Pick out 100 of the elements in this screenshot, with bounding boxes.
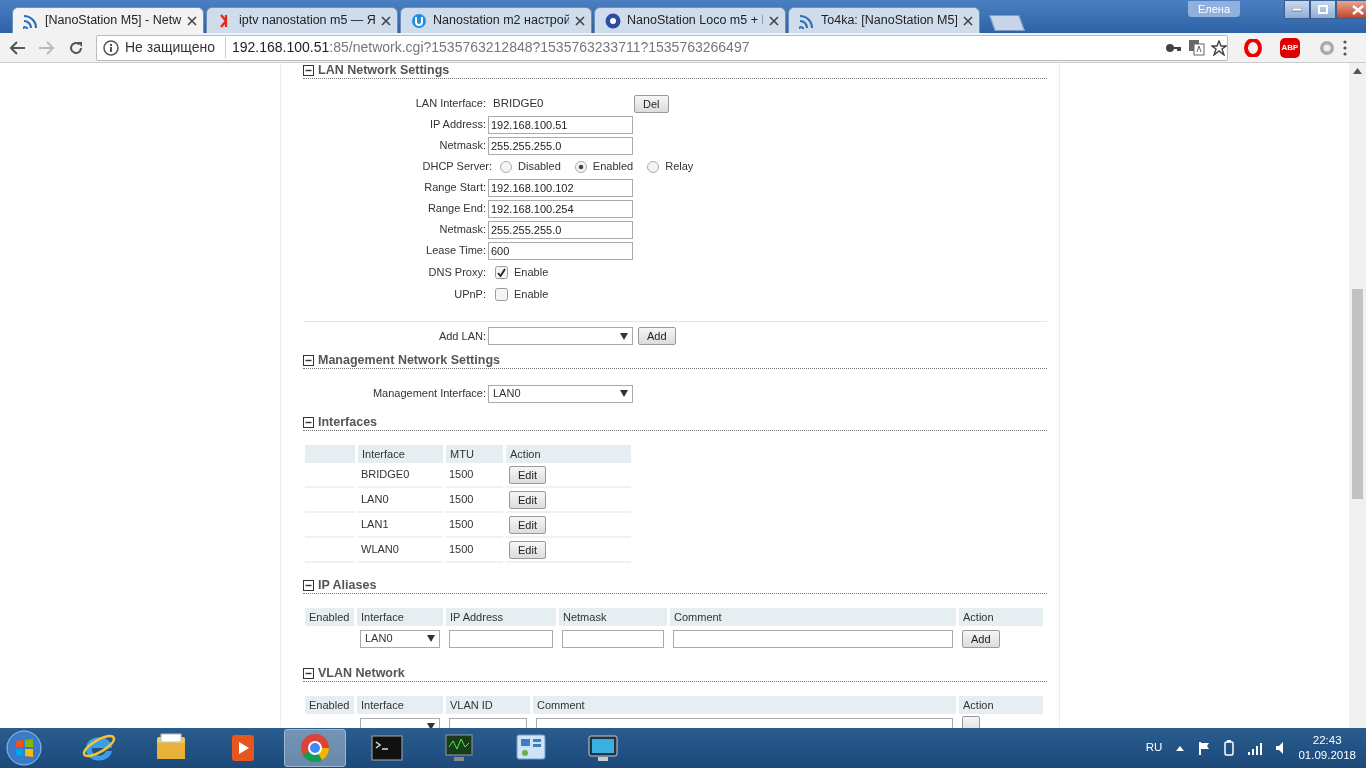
collapse-icon[interactable] (303, 579, 314, 591)
radio-button[interactable] (574, 160, 587, 173)
menu-icon[interactable] (1342, 39, 1348, 56)
edit-button[interactable]: Edit (509, 540, 546, 559)
select-field[interactable] (488, 327, 633, 345)
browser-tab[interactable]: Nanostation m2 настрой (400, 7, 592, 33)
minimize-icon (1292, 7, 1302, 12)
signal-icon[interactable] (1248, 741, 1263, 755)
option-label: Relay (665, 159, 694, 175)
reload-icon[interactable] (68, 39, 84, 56)
input-field[interactable]: 192.168.100.254 (488, 199, 633, 218)
clock-date[interactable]: 01.09.2018 (1298, 748, 1356, 763)
tab-title: iptv nanostation m5 — Я (239, 12, 375, 30)
table-cell: 1500 (446, 538, 503, 563)
table-cell: 1500 (446, 513, 503, 538)
browser-tab[interactable]: iptv nanostation m5 — Я (206, 7, 398, 33)
field-label: DHCP Server: (421, 159, 493, 175)
scrollbar[interactable] (1349, 63, 1366, 728)
new-tab-button[interactable] (989, 15, 1025, 31)
close-icon[interactable] (575, 15, 585, 26)
radio-button[interactable] (647, 160, 660, 173)
section-title: Interfaces (318, 413, 378, 431)
edit-button[interactable]: Edit (509, 490, 546, 509)
field-label: Netmask: (438, 138, 487, 154)
url-text: 192.168.100.51:85/network.cgi?1535763212848?1535763233711?1535763266497 (232, 38, 750, 57)
close-icon[interactable] (963, 15, 973, 26)
maximize-button[interactable] (1310, 0, 1336, 19)
column-header: Action (959, 608, 1043, 626)
input-field[interactable] (562, 629, 664, 648)
edit-button[interactable]: Edit (509, 465, 546, 484)
browser-tab[interactable]: NanoStation Loco m5 + I (594, 7, 786, 33)
input-field[interactable]: 192.168.100.51 (488, 115, 633, 134)
input-field[interactable] (449, 629, 553, 648)
field-label: Netmask: (438, 222, 487, 238)
radio-button[interactable] (500, 160, 512, 173)
browser-tab[interactable]: [NanoStation M5] - Netw (12, 7, 204, 33)
column-header: Enabled (305, 608, 354, 626)
column-header: Interface (357, 696, 443, 714)
collapse-icon[interactable] (303, 667, 314, 679)
logo-icon (605, 12, 621, 29)
tab-title: Nanostation m2 настрой (433, 12, 569, 30)
option-label: Disabled (518, 159, 561, 175)
tray-arrow-icon[interactable] (1176, 744, 1185, 752)
close-icon[interactable] (381, 15, 391, 26)
browser-tab[interactable]: To4ka: [NanoStation M5] (788, 7, 980, 33)
star-icon[interactable] (1211, 39, 1227, 56)
table-cell: WLAN0 (358, 538, 443, 563)
language-indicator[interactable]: RU (1145, 739, 1163, 757)
column-header: Comment (533, 696, 956, 714)
collapse-icon[interactable] (303, 416, 314, 428)
table-cell: LAN0 (358, 488, 443, 513)
column-header: Interface (357, 608, 443, 626)
checkbox[interactable] (495, 265, 508, 279)
header-cell (305, 445, 355, 463)
input-field[interactable]: 192.168.100.102 (488, 178, 633, 197)
start-button[interactable] (4, 729, 44, 767)
address-bar[interactable]: Не защищено 192.168.100.51:85/network.cgi?1535763212848?1535763233711?1535763266497 (96, 34, 1228, 61)
scroll-up-icon[interactable] (1353, 68, 1362, 74)
wifi-icon (799, 12, 815, 29)
input-field[interactable] (673, 629, 953, 648)
translate-icon[interactable] (1188, 39, 1205, 56)
checkbox[interactable] (495, 287, 508, 301)
field-label: Add LAN: (437, 328, 487, 344)
collapse-icon[interactable] (303, 64, 314, 76)
wifi-icon (23, 12, 39, 29)
collapse-icon[interactable] (303, 354, 314, 366)
field-label: UPnP: (453, 286, 487, 302)
input-field[interactable]: 600 (488, 241, 633, 260)
column-header: VLAN ID (446, 696, 530, 714)
back-icon[interactable] (8, 39, 26, 56)
field-label: IP Address: (428, 117, 487, 133)
select-field[interactable]: LAN0 (360, 629, 440, 648)
select-field[interactable]: LAN0 (488, 384, 633, 403)
add-button[interactable]: Add (962, 629, 1000, 648)
field-label: Management Interface: (371, 386, 487, 402)
extension-icon[interactable] (1244, 38, 1262, 57)
edit-button[interactable]: Edit (509, 515, 546, 534)
flag-icon[interactable] (1198, 740, 1211, 756)
close-icon[interactable] (769, 15, 779, 26)
column-header: Netmask (559, 608, 667, 626)
info-icon[interactable] (103, 39, 119, 56)
taskbar-button[interactable] (284, 729, 346, 767)
maximize-icon (1318, 5, 1328, 14)
clock-time[interactable]: 22:43 (1298, 733, 1356, 748)
scroll-thumb[interactable] (1352, 289, 1363, 499)
close-icon (1352, 4, 1364, 15)
tab-title: NanoStation Loco m5 + I (627, 12, 763, 30)
close-icon[interactable] (187, 15, 197, 26)
delete-button[interactable]: Del (634, 94, 669, 113)
column-header: Action (506, 445, 631, 463)
add-button[interactable]: Add (638, 327, 676, 345)
input-field[interactable]: 255.255.255.0 (488, 220, 633, 239)
add-button[interactable] (962, 715, 980, 728)
extension-icon[interactable]: ABP (1280, 37, 1300, 58)
speaker-icon[interactable] (1276, 742, 1285, 754)
column-header: MTU (446, 445, 503, 463)
input-field[interactable]: 255.255.255.0 (488, 136, 633, 155)
minimize-button[interactable] (1284, 0, 1310, 19)
field-label: DNS Proxy: (427, 264, 487, 280)
battery-icon[interactable] (1224, 740, 1235, 756)
